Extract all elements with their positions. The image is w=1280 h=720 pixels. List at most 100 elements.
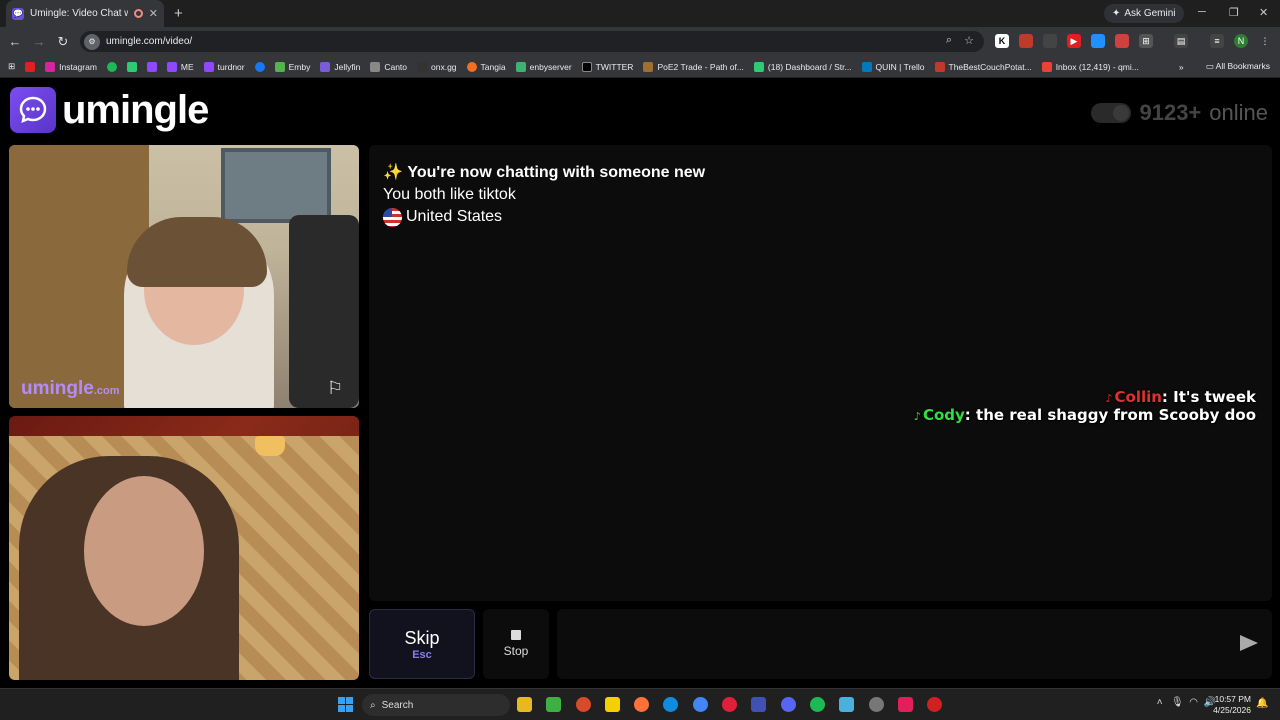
minimize-icon[interactable]: ─ — [1198, 6, 1206, 18]
bookmark-twitch[interactable] — [146, 61, 157, 72]
stop-button[interactable]: Stop — [483, 609, 549, 679]
search-label: Search — [381, 699, 414, 711]
tab-umingle[interactable]: 💬 Umingle: Video Chat with S ✕ — [6, 0, 164, 27]
clock[interactable]: 10:57 PM 4/25/2026 — [1205, 694, 1251, 716]
folder-icon: ▭ — [1205, 61, 1216, 71]
bookmark-enbyserver[interactable]: enbyserver — [515, 61, 572, 72]
ask-gemini-button[interactable]: ✦ Ask Gemini — [1104, 4, 1184, 23]
bookmark-instagram[interactable]: Instagram — [45, 61, 97, 72]
bookmark-turdnor[interactable]: turdnor — [203, 61, 245, 72]
ask-gemini-label: Ask Gemini — [1124, 8, 1176, 19]
extension-dark-icon[interactable] — [1043, 34, 1057, 48]
video-watermark: umingle.com — [21, 378, 120, 400]
discord-icon[interactable] — [781, 697, 796, 712]
bookmark-trello[interactable]: QUIN | Trello — [861, 61, 925, 72]
bookmark-inbox[interactable]: Inbox (12,419) - qmi... — [1041, 61, 1139, 72]
profile-avatar-icon[interactable]: N — [1234, 34, 1248, 48]
app-icon[interactable] — [751, 697, 766, 712]
app-icon[interactable] — [576, 697, 591, 712]
extension-red-icon[interactable] — [1019, 34, 1033, 48]
bookmark-onxgg[interactable]: onx.gg — [417, 61, 457, 72]
bookmark-twitter[interactable]: TWITTER — [581, 61, 633, 72]
opera-icon[interactable] — [722, 697, 737, 712]
sparkles-icon: ✨ — [383, 164, 408, 181]
clock-date: 4/25/2026 — [1213, 705, 1251, 715]
report-flag-icon[interactable]: ⚐ — [327, 378, 349, 398]
close-tab-icon[interactable]: ✕ — [149, 7, 158, 20]
bookmark-dashboard[interactable]: (18) Dashboard / Str... — [753, 61, 852, 72]
bookmark-label: Emby — [288, 61, 311, 72]
extensions-puzzle-icon[interactable]: ⊞ — [1139, 34, 1153, 48]
menu-kebab-icon[interactable]: ⋮ — [1258, 34, 1272, 48]
new-tab-button[interactable]: + — [174, 5, 183, 22]
online-count: 9123+ — [1139, 100, 1202, 125]
zoom-icon[interactable]: ⌕ — [946, 34, 952, 47]
bookmark-facebook[interactable] — [254, 61, 265, 72]
notification-bell-icon[interactable]: 🔔 — [1256, 698, 1268, 709]
chrome-icon[interactable] — [693, 697, 708, 712]
site-info-icon[interactable]: ⚙ — [84, 33, 100, 50]
online-status: 9123+ online — [1091, 100, 1268, 126]
close-window-icon[interactable]: ✕ — [1259, 6, 1268, 19]
bookmark-green[interactable] — [126, 61, 137, 72]
online-toggle[interactable] — [1091, 103, 1132, 123]
bookmark-me[interactable]: ME — [166, 61, 194, 72]
apps-grid-icon[interactable]: ⊞ — [8, 61, 15, 72]
bookmark-emby[interactable]: Emby — [274, 61, 311, 72]
bookmark-tangia[interactable]: Tangia — [466, 61, 506, 72]
tiktok-icon: ♪ — [913, 410, 921, 423]
chat-message: ♪ Collin: It's tweek — [914, 389, 1256, 407]
tiktok-icon[interactable] — [898, 697, 913, 712]
edge-icon[interactable] — [663, 697, 678, 712]
taskbar-search[interactable]: ⌕ Search — [362, 694, 510, 716]
tangia-icon — [466, 61, 477, 72]
extension-k-icon[interactable]: K — [995, 34, 1009, 48]
bookmark-jellyfin[interactable]: Jellyfin — [320, 61, 360, 72]
send-icon[interactable] — [1240, 635, 1258, 651]
bookmark-star-icon[interactable]: ☆ — [964, 34, 974, 47]
canto-icon — [370, 61, 381, 72]
reload-icon[interactable]: ↻ — [51, 34, 75, 50]
extension-blue-icon[interactable] — [1091, 34, 1105, 48]
extension-youtube-icon[interactable]: ▶ — [1067, 34, 1081, 48]
file-explorer-icon[interactable] — [517, 697, 532, 712]
spotify-icon[interactable] — [810, 697, 825, 712]
obs-icon[interactable] — [869, 697, 884, 712]
watermark-text: umingle — [21, 378, 94, 399]
all-bookmarks-button[interactable]: ▭ All Bookmarks — [1206, 61, 1270, 72]
forward-icon[interactable]: → — [27, 34, 51, 49]
address-bar[interactable]: ⚙ umingle.com/video/ ⌕ ☆ — [80, 31, 984, 52]
chevron-up-icon[interactable]: ˄ — [1157, 697, 1163, 708]
bookmark-spotify[interactable] — [106, 61, 117, 72]
sticky-notes-icon[interactable] — [605, 697, 620, 712]
tab-bar: 💬 Umingle: Video Chat with S ✕ + ✦Ask Ge… — [0, 0, 1280, 27]
bookmark-couchpotato[interactable]: TheBestCouchPotat... — [934, 61, 1032, 72]
bookmarks-overflow-icon[interactable]: » — [1179, 62, 1184, 72]
microphone-icon[interactable]: 🎙 — [1171, 697, 1184, 708]
emby-icon — [274, 61, 285, 72]
skip-button[interactable]: Skip Esc — [369, 609, 475, 679]
bookmark-youtube[interactable] — [25, 61, 36, 72]
bookmark-label: Tangia — [480, 61, 506, 72]
clock-time: 10:57 PM — [1214, 694, 1251, 704]
bookmark-canto[interactable]: Canto — [370, 61, 407, 72]
wifi-icon[interactable]: ◠ — [1189, 697, 1198, 708]
message-input[interactable] — [557, 609, 1272, 679]
extension-red2-icon[interactable] — [1115, 34, 1129, 48]
bookmark-label: onx.gg — [431, 61, 457, 72]
back-icon[interactable]: ← — [3, 34, 27, 49]
notepad-icon[interactable] — [839, 697, 854, 712]
media-control-icon[interactable]: ≡ — [1210, 34, 1224, 48]
video-background-frame — [221, 148, 331, 223]
twitch-icon — [203, 61, 214, 72]
side-panel-icon[interactable]: ▤ — [1174, 34, 1188, 48]
app-icon[interactable] — [927, 697, 942, 712]
bookmark-poe2[interactable]: PoE2 Trade - Path of... — [643, 61, 744, 72]
url-text: umingle.com/video/ — [106, 36, 193, 47]
windows-start-icon[interactable] — [338, 697, 353, 712]
umingle-logo[interactable]: umingle — [10, 87, 209, 133]
firefox-icon[interactable] — [634, 697, 649, 712]
restore-icon[interactable]: ❐ — [1229, 6, 1239, 19]
media-app-icon[interactable] — [546, 697, 561, 712]
bookmark-label: (18) Dashboard / Str... — [767, 61, 852, 72]
